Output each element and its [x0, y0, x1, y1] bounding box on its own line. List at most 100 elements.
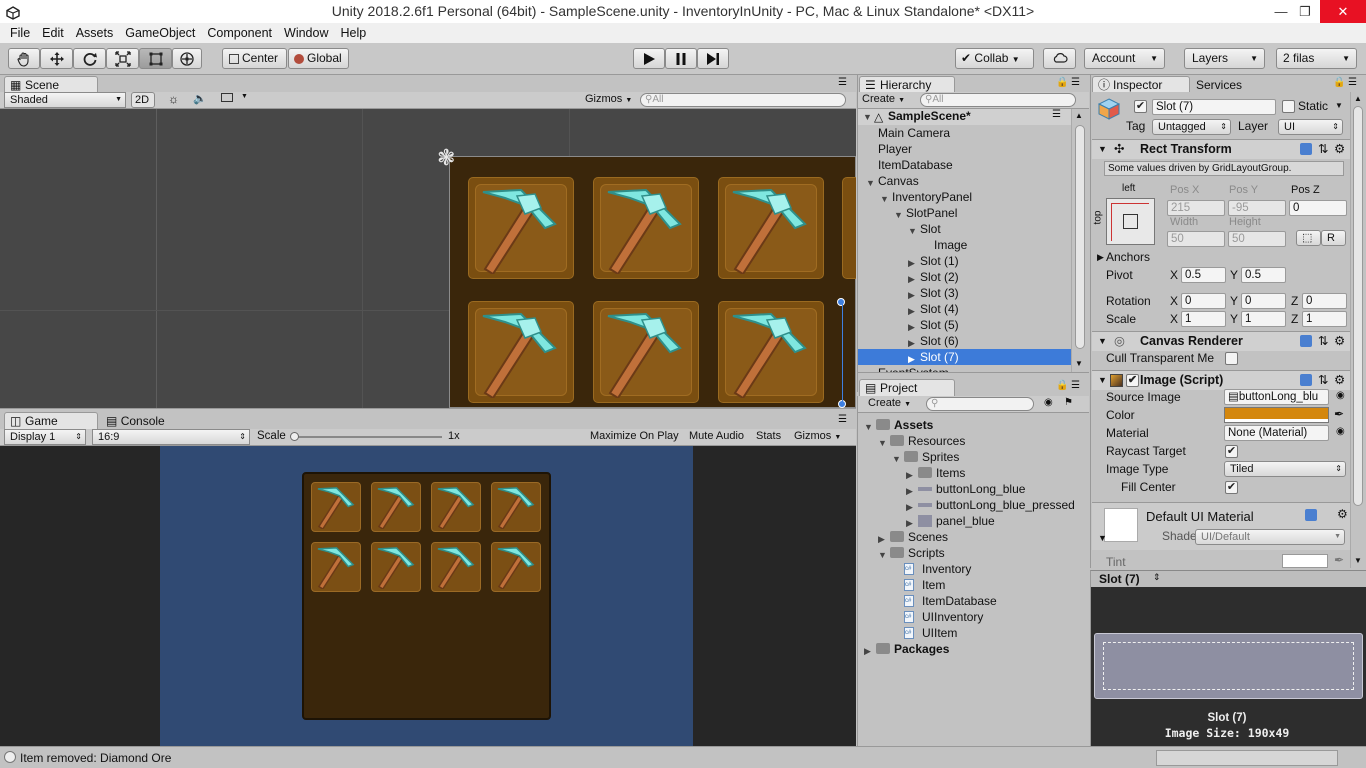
raw-edit-button[interactable]: R: [1321, 230, 1346, 246]
project-item[interactable]: ▼ Resources: [858, 433, 1089, 449]
canvas-renderer-header[interactable]: ▼ ◎ Canvas Renderer ⇅ ⚙: [1092, 331, 1350, 351]
account-dropdown[interactable]: Account ▼: [1084, 48, 1165, 69]
tab-game[interactable]: ◫ Game: [4, 412, 98, 430]
scale-y-field[interactable]: 1: [1241, 311, 1286, 327]
gear-icon[interactable]: ⚙: [1334, 371, 1345, 390]
menu-gameobject[interactable]: GameObject: [119, 23, 201, 43]
pivot-y-field[interactable]: 0.5: [1241, 267, 1286, 283]
project-item[interactable]: ▶ panel_blue: [858, 513, 1089, 529]
hierarchy-item[interactable]: Player: [858, 141, 1071, 157]
arrow-down-icon[interactable]: ▼: [1098, 533, 1107, 543]
gear-icon[interactable]: ⚙: [1334, 140, 1345, 159]
layout-dropdown[interactable]: 2 filas ▼: [1276, 48, 1357, 69]
rotation-x-field[interactable]: 0: [1181, 293, 1226, 309]
2d-toggle[interactable]: 2D: [131, 92, 155, 108]
hierarchy-item[interactable]: Image: [858, 237, 1071, 253]
gear-icon[interactable]: ⚙: [1337, 507, 1348, 521]
aspect-dropdown[interactable]: 16:9 ⇕: [92, 429, 250, 445]
hierarchy-create-dropdown[interactable]: Create ▼: [862, 93, 905, 105]
arrow-down-icon[interactable]: ▼: [863, 112, 873, 122]
menu-component[interactable]: Component: [201, 23, 278, 43]
close-icon[interactable]: ✕: [1320, 0, 1366, 23]
tab-console[interactable]: ▤ Console: [106, 413, 165, 429]
collab-button[interactable]: ✔ Collab ▼: [955, 48, 1034, 69]
scale-z-field[interactable]: 1: [1302, 311, 1347, 327]
hierarchy-item[interactable]: ▼ SlotPanel: [858, 205, 1071, 221]
scale-slider-thumb[interactable]: [290, 432, 299, 441]
pos-x-field[interactable]: 215: [1167, 200, 1225, 216]
hierarchy-item[interactable]: ▶ Slot (6): [858, 333, 1071, 349]
project-search-input[interactable]: ⚲: [926, 397, 1034, 411]
hierarchy-scroll-thumb[interactable]: [1075, 125, 1085, 349]
material-field[interactable]: None (Material): [1224, 425, 1329, 441]
menu-window[interactable]: Window: [278, 23, 334, 43]
project-item[interactable]: ▼ Sprites: [858, 449, 1089, 465]
light-gizmo-icon[interactable]: ❃: [437, 145, 455, 171]
arrow-down-icon[interactable]: ▼: [1098, 332, 1107, 351]
hierarchy-item[interactable]: ▶ Slot (2): [858, 269, 1071, 285]
image-effects-icon[interactable]: [221, 93, 233, 102]
hierarchy-item[interactable]: ▼ InventoryPanel: [858, 189, 1071, 205]
chevron-up-icon[interactable]: ▲: [1354, 94, 1362, 103]
hierarchy-item[interactable]: ▶ Slot (5): [858, 317, 1071, 333]
lock-icon[interactable]: 🔒: [1333, 77, 1345, 88]
scene-header-row[interactable]: ▼ △ SampleScene* ☰: [858, 109, 1071, 125]
pos-y-field[interactable]: -95: [1228, 200, 1286, 216]
object-picker-icon[interactable]: ◉: [1336, 426, 1345, 437]
project-item[interactable]: c# UIInventory: [858, 609, 1089, 625]
hand-tool-button[interactable]: [8, 48, 40, 69]
panel-menu-icon[interactable]: ☰: [1071, 77, 1080, 88]
hierarchy-item[interactable]: Main Camera: [858, 125, 1071, 141]
hierarchy-item[interactable]: ▼ Canvas: [858, 173, 1071, 189]
hierarchy-item[interactable]: EventSystem: [858, 365, 1071, 372]
project-item[interactable]: c# Item: [858, 577, 1089, 593]
scale-tool-button[interactable]: [106, 48, 139, 69]
cloud-button[interactable]: [1043, 48, 1076, 69]
display-dropdown[interactable]: Display 1 ⇕: [4, 429, 86, 445]
audio-icon[interactable]: 🔈: [193, 92, 207, 105]
arrow-down-icon[interactable]: ▼: [1098, 140, 1107, 159]
project-item[interactable]: c# UIItem: [858, 625, 1089, 641]
rotation-z-field[interactable]: 0: [1302, 293, 1347, 309]
hierarchy-item[interactable]: ▶ Slot (3): [858, 285, 1071, 301]
menu-help[interactable]: Help: [334, 23, 372, 43]
hierarchy-scrollbar[interactable]: ▲ ▼: [1071, 109, 1088, 372]
preset-icon[interactable]: ⇅: [1318, 140, 1328, 159]
project-item[interactable]: ▶ Items: [858, 465, 1089, 481]
color-swatch[interactable]: [1224, 407, 1329, 423]
panel-menu-icon[interactable]: ☰: [1052, 109, 1061, 120]
stats-toggle[interactable]: Stats: [756, 430, 781, 442]
pivot-x-field[interactable]: 0.5: [1181, 267, 1226, 283]
static-checkbox[interactable]: [1282, 100, 1295, 113]
project-item[interactable]: ▶ buttonLong_blue: [858, 481, 1089, 497]
scene-slot[interactable]: [842, 177, 856, 279]
chevron-updown-icon[interactable]: ⇕: [1153, 572, 1161, 583]
maximize-on-play-toggle[interactable]: Maximize On Play: [590, 430, 679, 442]
gear-icon[interactable]: ⚙: [1334, 332, 1345, 351]
rect-transform-header[interactable]: ▼ ✣ Rect Transform ⇅ ⚙: [1092, 139, 1350, 159]
arrow-down-icon[interactable]: ▼: [1098, 371, 1107, 390]
fill-center-checkbox[interactable]: ✔: [1225, 481, 1238, 494]
pause-button[interactable]: [665, 48, 697, 69]
scene-search-input[interactable]: ⚲All: [640, 93, 846, 107]
tab-services[interactable]: Services: [1196, 77, 1242, 93]
cull-transparent-checkbox[interactable]: [1225, 352, 1238, 365]
scene-viewport[interactable]: ❃: [0, 109, 856, 408]
image-enabled-checkbox[interactable]: ✔: [1126, 374, 1139, 387]
lock-icon[interactable]: 🔒: [1056, 380, 1068, 391]
help-icon[interactable]: [1300, 143, 1312, 155]
shader-dropdown[interactable]: UI/Default ▼: [1195, 529, 1345, 545]
rotate-tool-button[interactable]: [73, 48, 106, 69]
blueprint-mode-button[interactable]: ⬚: [1296, 230, 1321, 246]
help-icon[interactable]: [1305, 509, 1317, 521]
pivot-mode-button[interactable]: Center: [222, 48, 287, 69]
game-viewport[interactable]: [0, 446, 856, 746]
restore-icon[interactable]: ❐: [1290, 0, 1320, 23]
preset-icon[interactable]: ⇅: [1318, 371, 1328, 390]
pos-z-field[interactable]: 0: [1289, 200, 1347, 216]
game-inventory-panel[interactable]: [302, 472, 551, 720]
hierarchy-search-input[interactable]: ⚲All: [920, 93, 1076, 107]
help-icon[interactable]: [1300, 374, 1312, 386]
play-button[interactable]: [633, 48, 665, 69]
eyedropper-icon[interactable]: ✒: [1334, 553, 1344, 567]
